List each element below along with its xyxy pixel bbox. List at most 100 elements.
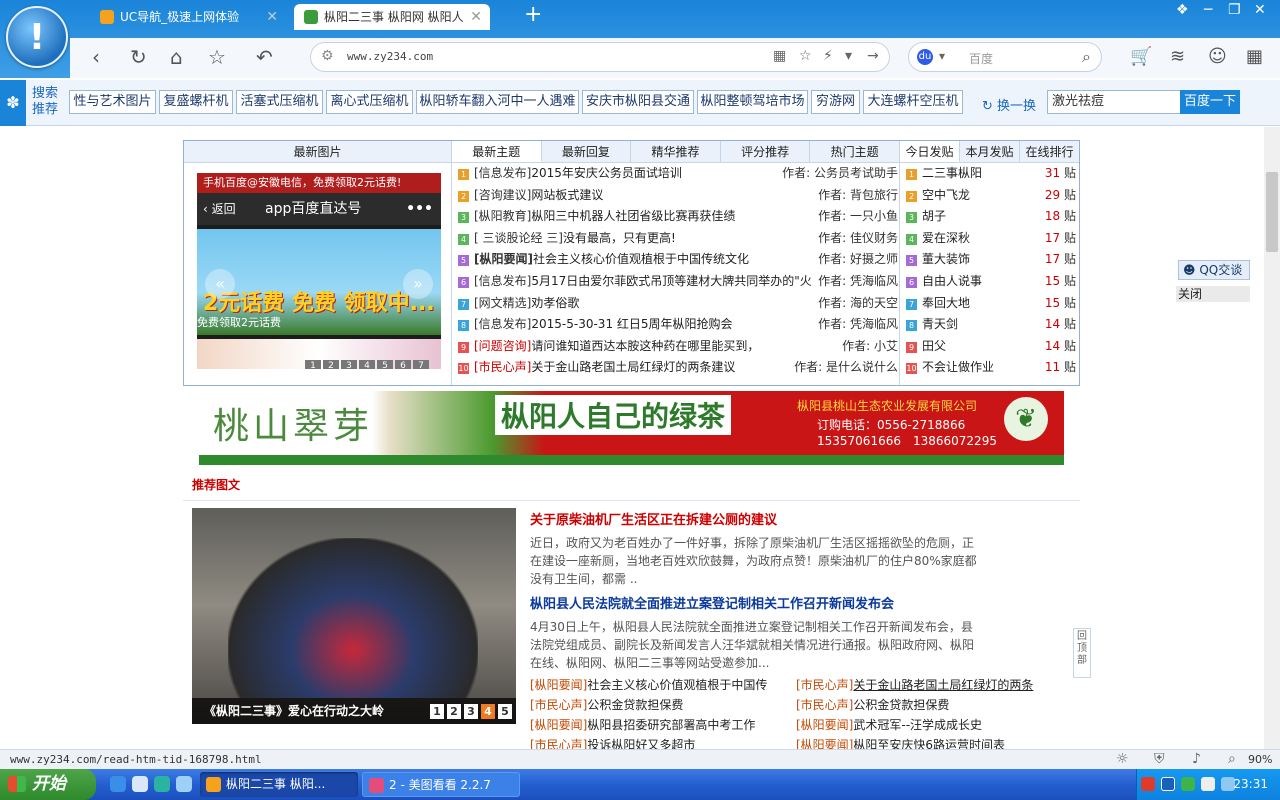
rec-keyword[interactable]: 枞阳整顿驾培市场 [697,90,808,114]
vertical-scrollbar[interactable] [1264,127,1280,749]
ranking-row[interactable]: 2 空中飞龙 29 贴 [906,185,1076,207]
photo-page-button[interactable]: 3 [464,704,478,719]
zoom-level[interactable]: 90% [1248,753,1272,766]
topic-category[interactable]: [网文精选] [474,296,531,310]
topic-row[interactable]: 9 [问题咨询]请问谁知道西达本胺这种药在哪里能买到， 作者: 小艾 [458,335,898,358]
rec-keyword[interactable]: 穷游网 [811,90,860,114]
bug-icon[interactable]: ☼ [1116,751,1129,767]
ranking-user[interactable]: 自由人说事 [922,274,982,288]
slide-prev-icon[interactable]: « [205,269,235,299]
green-tea-banner-ad[interactable]: 桃山翠芽 枞阳人自己的绿茶 枞阳县桃山生态农业发展有限公司 订购电话：0556-… [199,391,1064,465]
topic-author[interactable]: 作者: 公务员考试助手 [778,163,898,185]
tab-uc-nav[interactable]: UC导航_极速上网体验 ✕ [90,4,286,30]
tab-online-ranking[interactable]: 在线排行 [1020,141,1079,162]
slide-page-button[interactable]: 1 [305,360,321,369]
news-title[interactable]: 公积金贷款担保费 [853,698,949,712]
topic-author[interactable]: 作者: 海的天空 [814,292,898,315]
ranking-user[interactable]: 青天剑 [922,317,958,331]
news-item[interactable]: [枞阳要闻]社会主义核心价值观植根于中国传 [530,675,780,695]
ranking-row[interactable]: 4 爱在深秋 17 贴 [906,228,1076,250]
topic-title[interactable]: 5月17日由爱尔菲欧式吊顶等建材大牌共同举办的"火 [531,274,811,288]
ranking-user[interactable]: 空中飞龙 [922,188,970,202]
engine-dropdown-icon[interactable]: ▾ [939,49,945,63]
bookmark-star-icon[interactable]: ☆ [799,48,812,64]
article-1-title[interactable]: 关于原柴油机厂生活区正在拆建公厕的建议 [530,513,777,528]
slide-page-button[interactable]: 4 [359,360,375,369]
news-title[interactable]: 武术冠军--汪学成成长史 [853,718,982,732]
ranking-user[interactable]: 不会让做作业 [922,360,994,374]
slide-page-button[interactable]: 5 [377,360,393,369]
uc-browser-logo-icon[interactable]: ! [6,6,68,68]
home-icon[interactable]: ⌂ [170,46,183,68]
apps-grid-icon[interactable]: ▦ [1246,46,1263,67]
restore-icon[interactable]: ❐ [1228,2,1241,18]
topic-title[interactable]: 社会主义核心价值观植根于中国传统文化 [533,252,749,266]
news-item[interactable]: [市民心声]公积金贷款担保费 [796,695,1056,715]
zoom-icon[interactable]: ⌕ [1228,751,1236,767]
topic-title[interactable]: 关于金山路老国土局红绿灯的两条建议 [531,360,735,374]
topic-title[interactable]: 请问谁知道西达本胺这种药在哪里能买到， [531,339,759,353]
topic-author[interactable]: 作者: 好摄之师 [814,249,898,271]
security-tray-icon[interactable] [1181,777,1195,791]
ranking-user[interactable]: 胡子 [922,209,946,223]
topic-row[interactable]: 10 [市民心声]关于金山路老国土局红绿灯的两条建议 作者: 是什么说什么 [458,357,898,379]
news-category[interactable]: [枞阳要闻] [530,678,587,692]
topic-title[interactable]: 2015年安庆公务员面试培训 [531,166,682,180]
search-placeholder[interactable]: 百度 [969,50,993,67]
topic-row[interactable]: 3 [枞阳教育]枞阳三中机器人社团省级比赛再获佳绩 作者: 一只小鱼 [458,206,898,228]
taskbar-item-browser[interactable]: 枞阳二三事 枞阳... [200,772,358,797]
topic-category[interactable]: [枞阳要闻] [474,252,533,266]
minimize-icon[interactable]: ─ [1204,2,1212,18]
ranking-user[interactable]: 董大装饰 [922,252,970,266]
topic-row[interactable]: 6 [信息发布]5月17日由爱尔菲欧式吊顶等建材大牌共同举办的"火 作者: 凭海临风 [458,271,898,293]
network-icon[interactable] [1201,777,1215,791]
news-title[interactable]: 枞阳至安庆快6路运营时间表 [853,738,1005,749]
rec-keyword[interactable]: 大连螺杆空压机 [863,90,963,114]
slide-page-button[interactable]: 7 [413,360,429,369]
ranking-row[interactable]: 3 胡子 18 贴 [906,206,1076,228]
rec-keyword[interactable]: 复盛螺杆机 [159,90,233,114]
close-window-icon[interactable]: ✕ [1254,2,1266,18]
ranking-row[interactable]: 10 不会让做作业 11 贴 [906,357,1076,379]
topic-category[interactable]: [信息发布] [474,317,531,331]
volume-icon[interactable]: ♪ [1192,751,1201,767]
topic-row[interactable]: 1 [信息发布]2015年安庆公务员面试培训 作者: 公务员考试助手 [458,163,898,185]
photo-page-button[interactable]: 4 [481,704,495,719]
photo-page-button[interactable]: 5 [498,704,512,719]
baidu-search-button[interactable]: 百度一下 [1180,90,1240,114]
paw-icon[interactable]: ✽ [0,80,26,126]
news-title[interactable]: 社会主义核心价值观植根于中国传 [587,678,767,692]
ranking-user[interactable]: 二三事枞阳 [922,166,982,180]
favorite-star-icon[interactable]: ☆ [208,46,226,68]
picture-slideshow[interactable]: 手机百度@安徽电信，免费领取2元话费! ‹ 返回 app百度直达号 ••• 2元… [197,173,441,369]
skin-icon[interactable]: ❖ [1176,2,1189,18]
tab-today-posts[interactable]: 今日发贴 [900,141,960,162]
news-title[interactable]: 公积金贷款担保费 [587,698,683,712]
ranking-row[interactable]: 5 董大装饰 17 贴 [906,249,1076,271]
news-item[interactable]: [市民心声]投诉枞阳好又多超市 [530,735,780,749]
rec-keyword[interactable]: 枞阳轿车翻入河中一人遇难 [416,90,579,114]
tab-rated[interactable]: 评分推荐 [721,141,811,162]
ranking-user[interactable]: 爱在深秋 [922,231,970,245]
topic-category[interactable]: [市民心声] [474,360,531,374]
topic-title[interactable]: 2015-5-30-31 红日5周年枞阳抢购会 [531,317,732,331]
topic-row[interactable]: 8 [信息发布]2015-5-30-31 红日5周年枞阳抢购会 作者: 凭海临风 [458,314,898,336]
news-title[interactable]: 投诉枞阳好又多超市 [587,738,695,749]
tab-zy234[interactable]: 枞阳二三事 枞阳网 枞阳人 ✕ [294,4,490,30]
topic-category[interactable]: [问题咨询] [474,339,531,353]
qrcode-icon[interactable]: ▦ [773,48,786,64]
speed-mode-icon[interactable]: ⚡ [823,48,833,64]
qq-close-button[interactable]: 关闭 [1176,286,1250,302]
topic-author[interactable]: 作者: 凭海临风 [814,271,898,293]
article-2-title[interactable]: 枞阳县人民法院就全面推进立案登记制相关工作召开新闻发布会 [530,597,894,612]
back-icon[interactable]: ‹ [92,46,100,68]
baidu-paw-icon[interactable]: du [917,49,933,65]
topic-category[interactable]: [信息发布] [474,166,531,180]
shield-icon[interactable]: ⛨ [1154,751,1165,767]
start-button[interactable]: 开始 [0,769,96,800]
news-category[interactable]: [市民心声] [530,738,587,749]
topic-row[interactable]: 4 [ 三谈股论经 三]没有最高，只有更高! 作者: 佳仪财务 [458,227,898,250]
explorer-icon[interactable] [176,776,192,792]
search-box[interactable]: du ▾ 百度 ⌕ [908,42,1102,72]
tab-featured[interactable]: 精华推荐 [631,141,721,162]
